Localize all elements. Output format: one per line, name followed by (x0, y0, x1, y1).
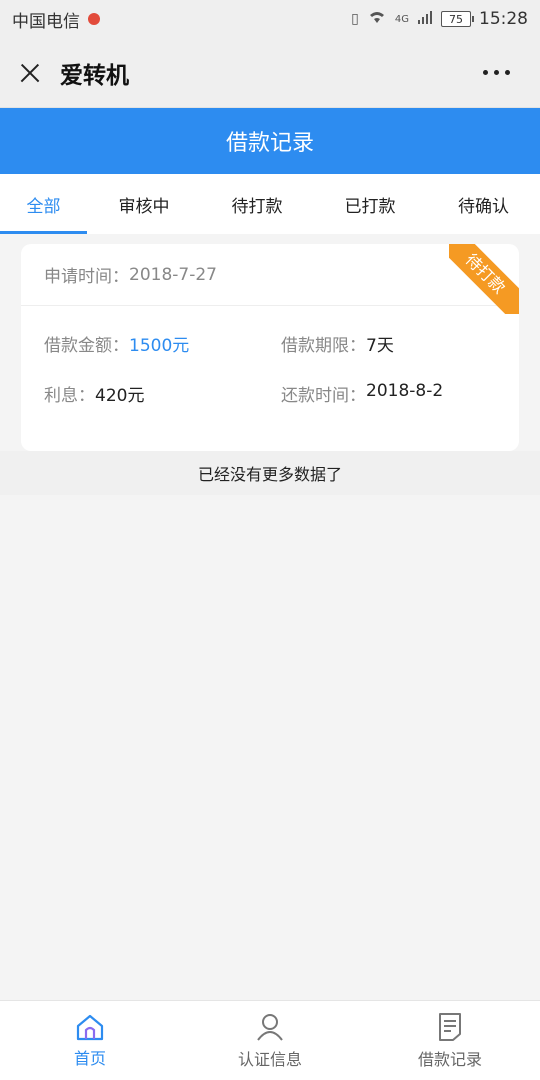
loan-record-card[interactable]: 申请时间： 2018-7-27 待打款 借款金额： 1500元 借款期限： 7天… (21, 244, 519, 451)
interest-value: 420元 (95, 385, 145, 406)
nav-verification-label: 认证信息 (237, 1049, 302, 1069)
carrier-badge-icon (88, 13, 100, 25)
nav-loan-records-label: 借款记录 (417, 1049, 482, 1069)
signal-icon (417, 9, 433, 29)
clock: 15:28 (479, 9, 528, 29)
card-row-interest-repay: 利息： 420元 还款时间： 2018-8-2 (21, 368, 519, 418)
wifi-icon (367, 9, 387, 29)
repay-cell: 还款时间： 2018-8-2 (281, 381, 518, 406)
tab-pending-confirm[interactable]: 待确认 (427, 174, 540, 234)
interest-label: 利息： (44, 385, 95, 406)
carrier-name: 中国电信 (12, 11, 80, 32)
home-icon (74, 1013, 106, 1041)
tab-paid[interactable]: 已打款 (313, 174, 427, 234)
tab-all[interactable]: 全部 (0, 174, 87, 234)
status-right: ▯ 4G 75 15:28 (351, 9, 528, 29)
apply-time-label: 申请时间： (44, 267, 129, 287)
nav-home-label: 首页 (73, 1048, 106, 1068)
status-bar: 中国电信 ▯ 4G 75 15:28 (0, 0, 540, 38)
app-title: 爱转机 (60, 62, 129, 89)
amount-cell: 借款金额： 1500元 (44, 331, 281, 356)
battery-level: 75 (449, 12, 463, 26)
network-type: 4G (394, 13, 409, 25)
tab-pending-payment[interactable]: 待打款 (201, 174, 313, 234)
page-title: 借款记录 (0, 108, 540, 174)
card-header: 申请时间： 2018-7-27 (21, 244, 519, 306)
apply-time-value: 2018-7-27 (129, 264, 217, 285)
nav-verification[interactable]: 认证信息 (180, 1001, 360, 1080)
repay-time-label: 还款时间： (281, 385, 366, 406)
tab-reviewing[interactable]: 审核中 (87, 174, 201, 234)
card-row-amount-term: 借款金额： 1500元 借款期限： 7天 (21, 318, 519, 368)
status-left: 中国电信 (12, 7, 100, 32)
title-bar: 爱转机 (0, 38, 540, 108)
interest-cell: 利息： 420元 (44, 381, 281, 406)
more-options-icon[interactable] (483, 70, 524, 75)
term-label: 借款期限： (281, 335, 366, 356)
amount-label: 借款金额： (44, 335, 129, 356)
status-ribbon-label: 待打款 (449, 244, 519, 314)
vibrate-icon: ▯ (351, 11, 359, 27)
term-cell: 借款期限： 7天 (281, 331, 518, 356)
repay-time-value: 2018-8-2 (366, 380, 444, 401)
bottom-nav: 首页 认证信息 借款记录 (0, 1000, 540, 1080)
close-icon[interactable] (16, 59, 44, 87)
status-ribbon: 待打款 (449, 244, 519, 314)
document-icon (437, 1012, 463, 1042)
user-icon (255, 1012, 285, 1042)
term-value: 7天 (366, 335, 394, 356)
status-tabs: 全部 审核中 待打款 已打款 待确认 (0, 174, 540, 234)
nav-loan-records[interactable]: 借款记录 (360, 1001, 540, 1080)
nav-home[interactable]: 首页 (0, 1001, 180, 1080)
battery-icon: 75 (441, 11, 474, 27)
amount-value: 1500元 (129, 335, 190, 356)
list-end-message: 已经没有更多数据了 (0, 451, 540, 495)
